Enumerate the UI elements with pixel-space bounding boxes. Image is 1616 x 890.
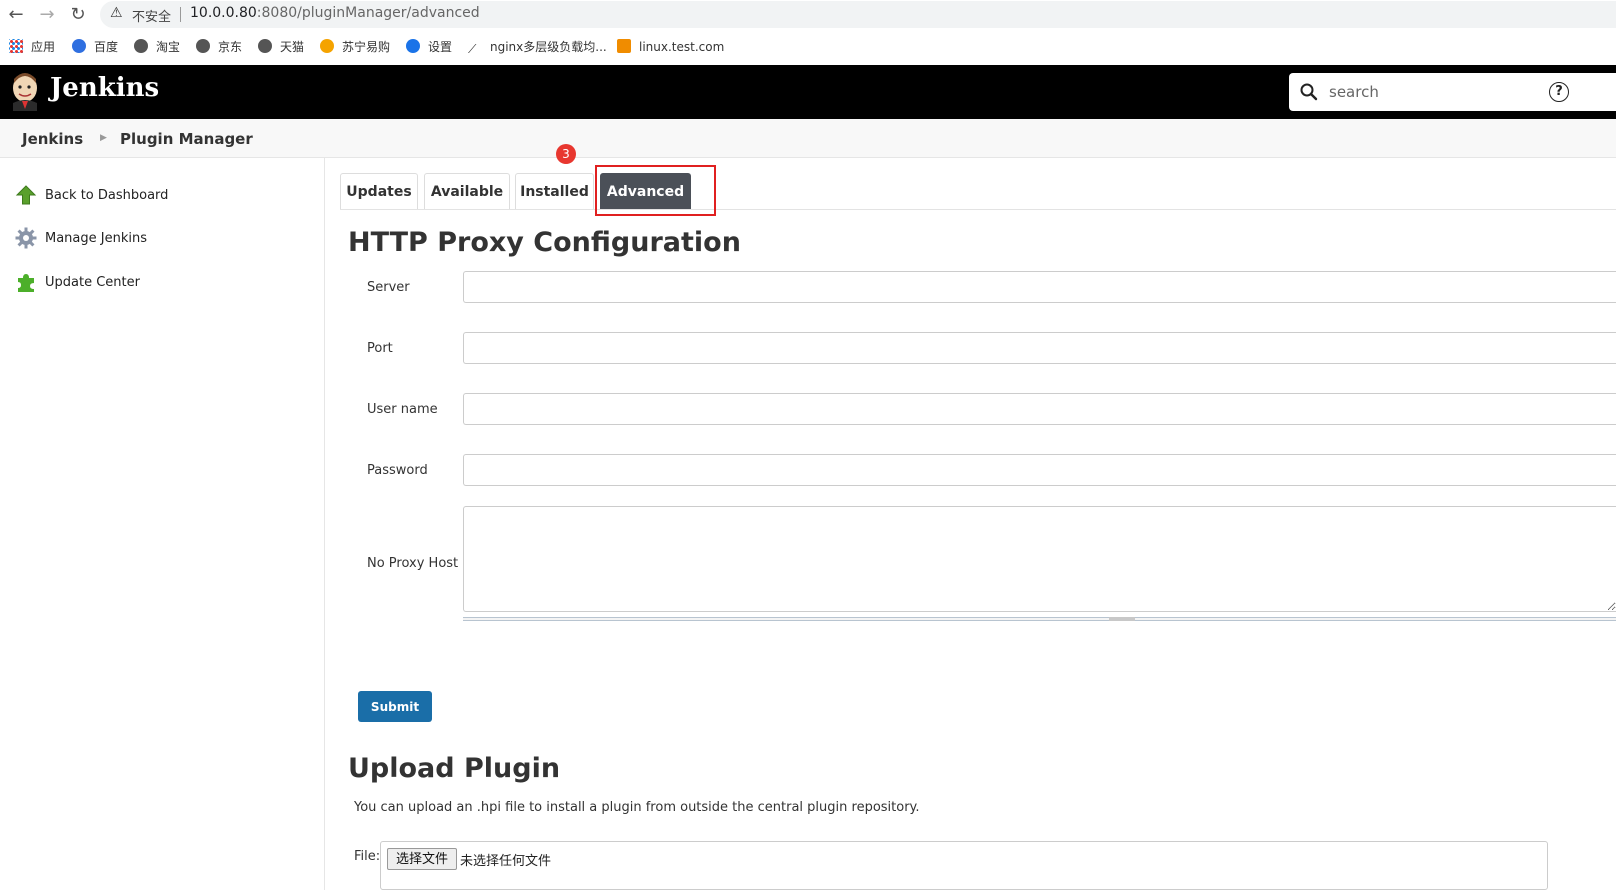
server-label: Server: [367, 280, 410, 295]
file-upload-box: [380, 841, 1548, 890]
resize-grip-handle[interactable]: [1109, 617, 1135, 621]
jenkins-header: Jenkins ?: [0, 65, 1616, 119]
tab-installed[interactable]: Installed: [515, 173, 594, 209]
bookmark-label: 京东: [218, 40, 243, 54]
bookmark-taobao[interactable]: 淘宝: [134, 38, 180, 56]
no-proxy-host-label: No Proxy Host: [367, 556, 459, 571]
breadcrumb-jenkins[interactable]: Jenkins: [22, 130, 83, 148]
breadcrumb: Jenkins ▶ Plugin Manager: [0, 119, 1616, 158]
globe-icon: [258, 39, 272, 53]
tab-updates[interactable]: Updates: [340, 173, 418, 209]
textarea-resize-bar[interactable]: [463, 617, 1616, 621]
bookmark-label: 苏宁易购: [342, 40, 391, 54]
baidu-paw-icon: [72, 39, 86, 53]
sidebar-item-label: Manage Jenkins: [45, 231, 147, 246]
bookmark-suning[interactable]: 苏宁易购: [320, 38, 390, 56]
suning-icon: [320, 39, 334, 53]
search-icon: [1300, 83, 1318, 101]
username-label: User name: [367, 402, 438, 417]
bookmark-tmall[interactable]: 天猫: [258, 38, 304, 56]
bookmark-jd[interactable]: 京东: [196, 38, 242, 56]
breadcrumb-plugin-manager[interactable]: Plugin Manager: [120, 130, 253, 148]
bookmark-label: 百度: [94, 40, 119, 54]
gear-icon: [406, 39, 420, 53]
bookmark-baidu[interactable]: 百度: [72, 38, 118, 56]
insecure-label[interactable]: 不安全: [132, 6, 171, 25]
jenkins-brand[interactable]: Jenkins: [50, 73, 159, 103]
puzzle-icon: [18, 274, 34, 292]
port-label: Port: [367, 341, 393, 356]
reload-icon[interactable]: ↻: [67, 4, 89, 26]
warning-icon[interactable]: ⚠: [110, 5, 123, 21]
no-proxy-host-textarea[interactable]: [463, 506, 1616, 612]
choose-file-button[interactable]: 选择文件: [387, 848, 457, 870]
bookmark-label: 淘宝: [156, 40, 181, 54]
tab-divider: [340, 209, 1616, 210]
server-field[interactable]: [463, 271, 1616, 303]
bookmark-label: 天猫: [280, 40, 305, 54]
back-arrow-icon[interactable]: ←: [5, 4, 27, 26]
no-file-chosen-text: 未选择任何文件: [460, 854, 552, 869]
submit-button[interactable]: Submit: [358, 691, 432, 722]
bookmark-settings[interactable]: 设置: [406, 38, 452, 56]
bookmark-label: linux.test.com: [639, 40, 725, 54]
sidebar-item-label: Update Center: [45, 275, 140, 290]
upload-description: You can upload an .hpi file to install a…: [354, 800, 920, 815]
bookmark-d-icon: [617, 39, 631, 53]
annotation-highlight-box: [595, 165, 716, 216]
tab-available[interactable]: Available: [424, 173, 510, 209]
sidebar-item-label: Back to Dashboard: [45, 188, 169, 203]
up-arrow-icon: [15, 185, 37, 205]
url-text[interactable]: 10.0.0.80:8080/pluginManager/advanced: [190, 5, 480, 21]
url-path: :8080/pluginManager/advanced: [256, 5, 480, 21]
chevron-right-icon[interactable]: ▶: [100, 133, 107, 143]
side-panel: Back to Dashboard Manage Jenkins Update …: [0, 158, 325, 890]
globe-icon: [134, 39, 148, 53]
bookmark-apps[interactable]: 应用: [9, 38, 55, 56]
bookmark-linux-test[interactable]: linux.test.com: [617, 38, 724, 56]
gear-icon: [15, 227, 37, 249]
url-host: 10.0.0.80: [190, 5, 257, 21]
file-label: File:: [354, 849, 381, 864]
password-label: Password: [367, 463, 428, 478]
port-field[interactable]: [463, 332, 1616, 364]
bookmark-nginx[interactable]: ⟋ nginx多层级负载均...: [468, 38, 607, 56]
bookmark-label: 应用: [31, 40, 56, 54]
nginx-icon: ⟋: [468, 42, 477, 56]
username-field[interactable]: [463, 393, 1616, 425]
annotation-step-badge: 3: [556, 144, 576, 164]
globe-icon: [196, 39, 210, 53]
url-field[interactable]: ⚠ 不安全 10.0.0.80:8080/pluginManager/advan…: [100, 1, 1616, 28]
search-input[interactable]: [1329, 81, 1549, 103]
jenkins-logo-icon[interactable]: [10, 71, 40, 111]
browser-address-bar: ← → ↻ ⚠ 不安全 10.0.0.80:8080/pluginManager…: [0, 0, 1616, 29]
url-divider: [180, 7, 181, 22]
apps-grid-icon: [9, 39, 23, 53]
help-icon[interactable]: ?: [1549, 82, 1569, 102]
bookmarks-bar: 应用 百度 淘宝 京东 天猫 苏宁易购 设置 ⟋ nginx多层级负载均... l…: [0, 29, 1616, 65]
proxy-section-title: HTTP Proxy Configuration: [348, 227, 741, 258]
search-box: ?: [1289, 73, 1616, 111]
upload-section-title: Upload Plugin: [348, 753, 561, 784]
password-field[interactable]: [463, 454, 1616, 486]
bookmark-label: 设置: [428, 40, 453, 54]
bookmark-label: nginx多层级负载均...: [490, 40, 607, 54]
forward-arrow-icon[interactable]: →: [36, 4, 58, 26]
